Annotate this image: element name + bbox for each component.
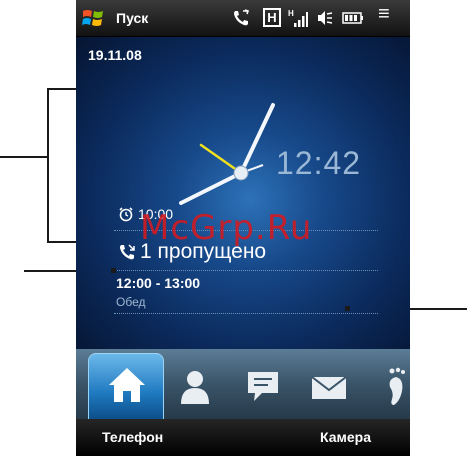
watermark: McGrp.Ru xyxy=(140,208,313,248)
start-menu-label[interactable]: Пуск xyxy=(116,10,148,26)
phone-signal-icon[interactable] xyxy=(232,9,250,27)
callout-bracket-top xyxy=(47,88,76,90)
analog-clock[interactable] xyxy=(171,89,291,209)
callout-bracket-bottom xyxy=(47,241,76,243)
alarm-clock-icon xyxy=(119,207,133,222)
callout-missed-dot xyxy=(111,268,116,273)
date-label: 19.11.08 xyxy=(88,47,142,63)
home-screen: 19.11.08 12:42 10:00 1 пропущено 12:00 -… xyxy=(76,37,410,349)
softkey-camera[interactable]: Камера xyxy=(320,429,371,445)
missed-call-icon xyxy=(120,244,135,260)
tab-messages[interactable] xyxy=(242,355,284,415)
tab-home[interactable] xyxy=(88,353,164,419)
hour-hand xyxy=(179,171,243,205)
windows-flag-icon[interactable] xyxy=(82,8,104,28)
appointment-title[interactable]: Обед xyxy=(116,295,145,309)
minute-hand xyxy=(239,103,275,175)
hsdpa-icon: H xyxy=(263,8,281,27)
clock-pivot xyxy=(233,165,249,181)
menu-icon[interactable]: ≡ xyxy=(378,4,390,24)
message-icon xyxy=(248,372,278,401)
softkey-bar: Телефон Камера xyxy=(76,419,410,456)
appointment-time[interactable]: 12:00 - 13:00 xyxy=(116,275,200,291)
separator xyxy=(114,313,378,314)
separator xyxy=(114,270,378,271)
battery-icon[interactable] xyxy=(342,9,364,27)
home-icon xyxy=(109,368,145,402)
tab-getting-started[interactable] xyxy=(376,355,410,415)
svg-text:H: H xyxy=(288,9,294,18)
tab-mail[interactable] xyxy=(308,355,350,415)
callout-bracket-vertical xyxy=(47,88,49,242)
signal-strength-icon[interactable]: H xyxy=(288,9,308,29)
tab-bar xyxy=(76,349,410,419)
callout-appointment-dot xyxy=(345,306,350,311)
footprint-icon xyxy=(389,367,405,405)
softkey-phone[interactable]: Телефон xyxy=(102,429,163,445)
digital-clock[interactable]: 12:42 xyxy=(276,145,361,182)
person-icon xyxy=(181,371,209,404)
callout-bracket-arm xyxy=(0,156,48,158)
tab-contacts[interactable] xyxy=(174,355,216,415)
speaker-icon[interactable] xyxy=(316,9,334,27)
status-bar: Пуск H H ≡ xyxy=(76,0,410,37)
mail-icon xyxy=(311,376,347,399)
